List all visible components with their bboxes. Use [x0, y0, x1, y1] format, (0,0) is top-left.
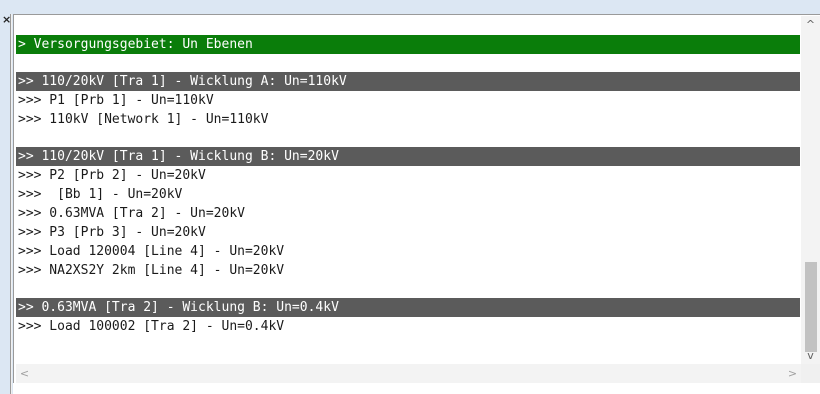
log-line: >>> Load 120004 [Line 4] - Un=20kV	[18, 244, 285, 259]
section-header-tra2-wicklung-b: >> 0.63MVA [Tra 2] - Wicklung B: Un=0.4k…	[16, 298, 800, 317]
left-frame-edge	[10, 14, 12, 394]
scroll-left-icon[interactable]: <	[16, 364, 33, 383]
log-line: >>> 0.63MVA [Tra 2] - Un=20kV	[18, 206, 245, 221]
log-output: > Versorgungsgebiet: Un Ebenen >> 110/20…	[16, 16, 800, 364]
log-line: >>> NA2XS2Y 2km [Line 4] - Un=20kV	[18, 263, 285, 278]
scrollbar-corner	[801, 364, 820, 383]
section-header-tra1-wicklung-a: >> 110/20kV [Tra 1] - Wicklung A: Un=110…	[16, 72, 800, 91]
scroll-up-icon[interactable]: ^	[801, 16, 820, 33]
section-header-versorgungsgebiet: > Versorgungsgebiet: Un Ebenen	[16, 35, 800, 54]
vertical-scrollbar[interactable]: ^ v	[801, 16, 820, 364]
log-line: >>> [Bb 1] - Un=20kV	[18, 187, 183, 202]
scroll-right-icon[interactable]: >	[784, 364, 801, 383]
log-line: >>> Load 100002 [Tra 2] - Un=0.4kV	[18, 319, 285, 334]
log-line: >>> P2 [Prb 2] - Un=20kV	[18, 168, 206, 183]
scroll-down-icon[interactable]: v	[801, 347, 820, 364]
log-line: >>> P3 [Prb 3] - Un=20kV	[18, 225, 206, 240]
log-line: >>> P1 [Prb 1] - Un=110kV	[18, 93, 214, 108]
panel-bottom	[13, 383, 820, 394]
log-line: >>> 110kV [Network 1] - Un=110kV	[18, 112, 269, 127]
section-header-tra1-wicklung-b: >> 110/20kV [Tra 1] - Wicklung B: Un=20k…	[16, 147, 800, 166]
horizontal-scrollbar[interactable]: < >	[16, 364, 801, 383]
vertical-scroll-thumb[interactable]	[805, 262, 817, 352]
